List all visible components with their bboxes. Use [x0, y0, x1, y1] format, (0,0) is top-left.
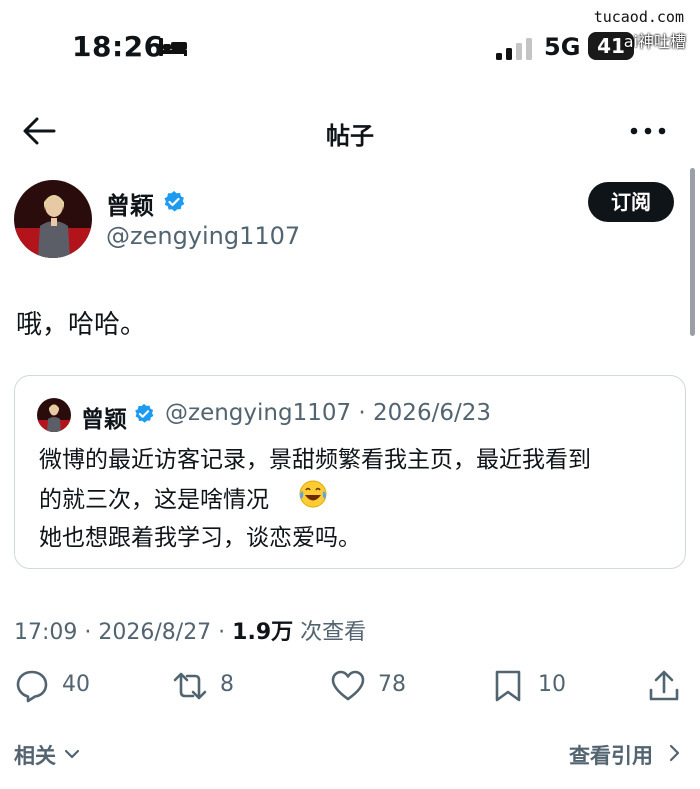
laughing-tears-emoji-icon	[299, 480, 327, 508]
sleep-focus-icon	[159, 38, 187, 56]
heart-icon	[331, 670, 365, 701]
quote-text-line: 微博的最近访客记录，景甜频繁看我主页，最近我看到	[39, 447, 591, 473]
quote-text-line: 的就三次，这是啥情况	[39, 487, 269, 513]
watermark-label: ai神吐槽	[623, 32, 686, 51]
view-quotes-link[interactable]: 查看引用	[569, 740, 653, 770]
quote-author-avatar	[37, 398, 71, 432]
more-options-icon[interactable]	[630, 126, 666, 136]
quote-handle-date: @zengying1107 · 2026/6/23	[165, 400, 491, 426]
subscribe-button[interactable]: 订阅	[588, 182, 674, 222]
share-icon	[649, 670, 679, 701]
quote-author-name: 曾颖	[81, 407, 127, 433]
author-name[interactable]: 曾颖	[106, 186, 154, 221]
page-title: 帖子	[326, 122, 374, 150]
chevron-down-icon[interactable]	[64, 748, 80, 760]
watermark-site: tucaod.com	[593, 8, 684, 26]
scrollbar[interactable]	[690, 168, 695, 336]
quote-text-line: 她也想跟着我学习，谈恋爱吗。	[39, 525, 361, 551]
quoted-post-card[interactable]: 曾颖 @zengying1107 · 2026/6/23 微博的最近访客记录，景…	[14, 375, 686, 569]
view-count: 1.9万	[232, 620, 294, 645]
post-meta: 17:09 · 2026/8/27 · 1.9万 次查看	[14, 614, 366, 646]
like-count: 78	[378, 672, 406, 697]
reply-icon	[16, 670, 48, 703]
post-timestamp: 17:09 · 2026/8/27 ·	[14, 620, 233, 645]
related-tab[interactable]: 相关	[14, 740, 56, 770]
chevron-right-icon[interactable]	[668, 744, 680, 762]
status-time: 18:26	[72, 30, 164, 63]
repost-icon	[173, 672, 207, 700]
post-text: 哦，哈哈。	[16, 310, 147, 340]
reply-count: 40	[62, 672, 90, 697]
verified-badge-icon	[164, 191, 185, 212]
bookmark-icon	[495, 670, 521, 702]
author-handle[interactable]: @zengying1107	[106, 222, 300, 250]
verified-badge-icon	[135, 403, 154, 423]
repost-count: 8	[220, 672, 234, 697]
network-type: 5G	[544, 33, 581, 61]
author-avatar[interactable]	[14, 180, 92, 258]
bookmark-count: 10	[538, 672, 566, 697]
cellular-signal-icon	[496, 38, 532, 60]
view-count-label: 次查看	[293, 620, 367, 645]
